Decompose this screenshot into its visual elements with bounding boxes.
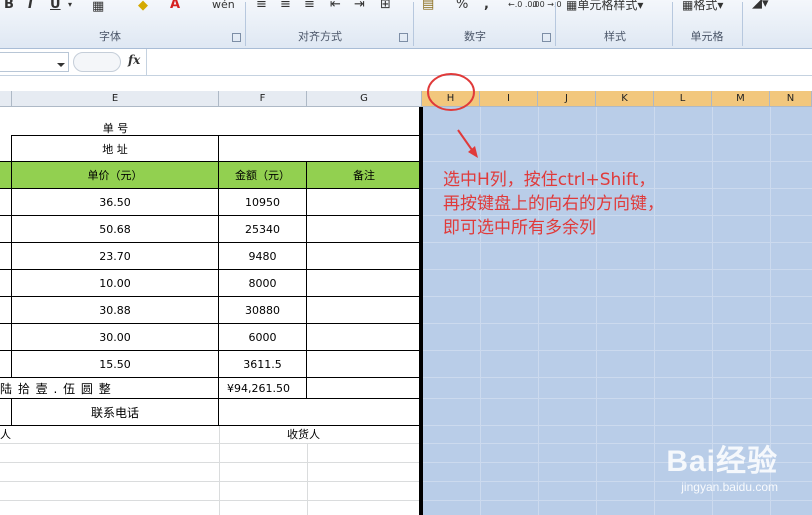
instruction-annotation: 选中H列，按住ctrl+Shift， 再按键盘上的向右的方向键， 即可选中所有多… [443,168,664,240]
watermark-logo: Bai经验 [666,445,778,478]
annotation-line-3: 即可选中所有多余列 [443,218,596,238]
highlight-circle [427,73,475,111]
annotation-line-2: 再按键盘上的向右的方向键， [443,194,664,214]
arrow-icon [457,129,473,151]
watermark-url: jingyan.baidu.com [681,480,778,494]
annotation-line-1: 选中H列，按住ctrl+Shift， [443,170,656,190]
watermark: Bai经验 jingyan.baidu.com [666,436,778,494]
